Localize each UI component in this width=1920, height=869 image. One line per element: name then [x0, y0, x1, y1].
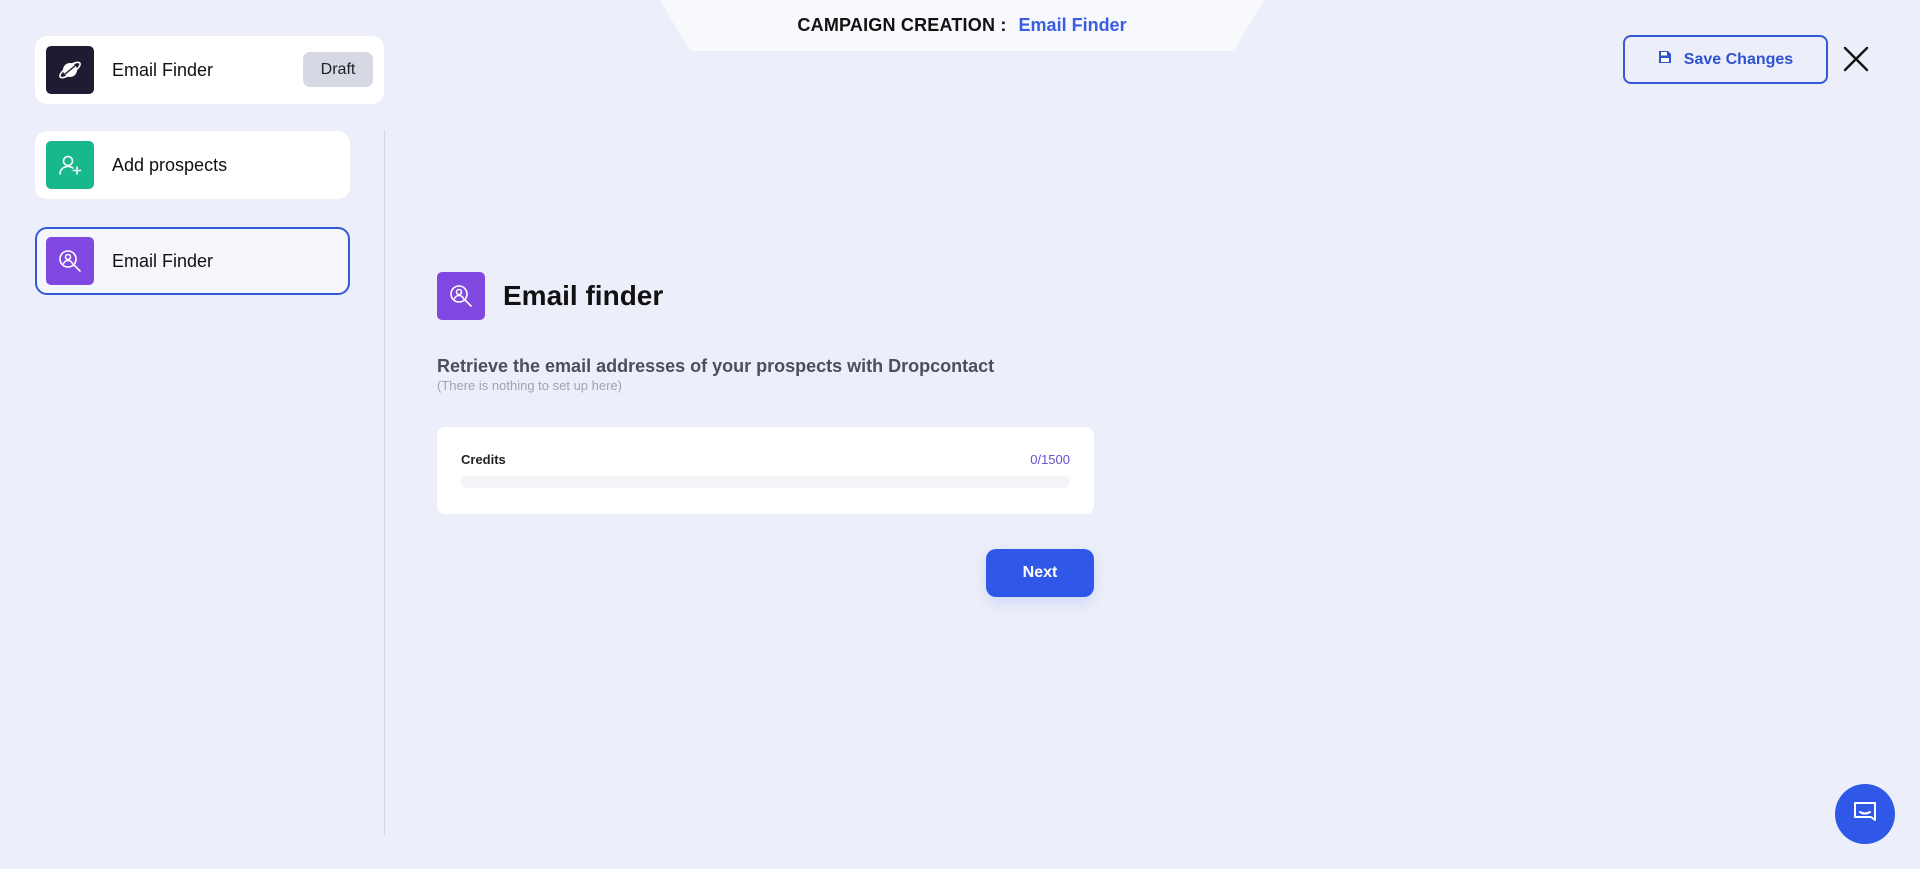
chat-support-button[interactable] [1835, 784, 1895, 844]
step-add-prospects[interactable]: Add prospects [35, 131, 350, 199]
sidebar-divider [384, 130, 385, 836]
save-icon [1658, 50, 1672, 69]
save-changes-button[interactable]: Save Changes [1623, 35, 1828, 84]
next-button[interactable]: Next [986, 549, 1094, 597]
description: Retrieve the email addresses of your pro… [437, 356, 995, 376]
header-campaign-name: Email Finder [1018, 15, 1127, 35]
credits-value: 0/1500 [1030, 452, 1070, 467]
campaign-card[interactable]: Email Finder Draft [35, 36, 384, 104]
close-icon[interactable] [1843, 46, 1869, 72]
step-label: Email Finder [112, 250, 214, 271]
planet-icon [46, 46, 94, 94]
status-badge: Draft [303, 52, 373, 87]
step-label: Add prospects [112, 154, 228, 175]
step-email-finder[interactable]: Email Finder [35, 227, 350, 295]
campaign-name: Email Finder [112, 59, 214, 80]
add-user-icon [46, 141, 94, 189]
subdescription: (There is nothing to set up here) [437, 378, 622, 393]
credits-progress-bar [461, 476, 1070, 488]
save-changes-label: Save Changes [1683, 50, 1794, 68]
page-title: Email finder [503, 280, 664, 311]
chat-icon [1851, 798, 1879, 831]
credits-card: Credits 0/1500 [437, 427, 1094, 514]
campaign-creation-header: CAMPAIGN CREATION : Email Finder [660, 0, 1264, 51]
user-search-icon [46, 237, 94, 285]
header-label: CAMPAIGN CREATION : [797, 15, 1007, 35]
credits-label: Credits [461, 452, 506, 467]
email-finder-icon [437, 272, 485, 320]
